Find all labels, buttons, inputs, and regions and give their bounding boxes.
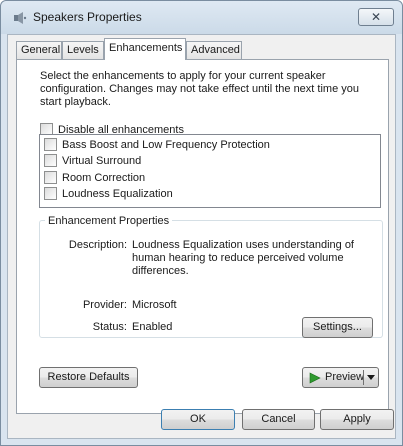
status-label: Status: <box>92 321 127 333</box>
virtual-surround-checkbox[interactable] <box>44 154 57 167</box>
tab-advanced[interactable]: Advanced <box>186 41 242 59</box>
tab-enhancements[interactable]: Enhancements <box>104 38 186 60</box>
list-item-virtual-surround[interactable]: Virtual Surround <box>44 154 141 167</box>
list-item-loudness-equalization[interactable]: Loudness Equalization <box>44 187 173 200</box>
play-icon <box>309 372 321 383</box>
preview-label: Preview <box>325 371 365 383</box>
close-button[interactable]: ✕ <box>358 8 394 26</box>
description-label: Description: <box>68 239 127 251</box>
chevron-down-icon[interactable] <box>367 375 375 380</box>
window-title: Speakers Properties <box>33 10 142 24</box>
speakers-properties-window: Speakers Properties ✕ General Levels Enh… <box>0 0 403 446</box>
bass-boost-label: Bass Boost and Low Frequency Protection <box>62 138 270 151</box>
ok-button[interactable]: OK <box>161 409 235 430</box>
bass-boost-checkbox[interactable] <box>44 138 57 151</box>
tab-general[interactable]: General <box>16 41 62 59</box>
intro-text: Select the enhancements to apply for you… <box>40 70 359 108</box>
preview-separator <box>363 370 364 385</box>
provider-value: Microsoft <box>132 299 177 311</box>
description-value: Loudness Equalization uses understanding… <box>132 239 354 277</box>
room-correction-label: Room Correction <box>62 171 146 184</box>
dialog-client-area: General Levels Enhancements Advanced Sel… <box>7 34 396 439</box>
list-item-room-correction[interactable]: Room Correction <box>44 171 145 184</box>
status-value: Enabled <box>132 321 173 333</box>
loudness-equalization-checkbox[interactable] <box>44 187 57 200</box>
close-icon: ✕ <box>370 10 382 24</box>
enhancements-panel: Select the enhancements to apply for you… <box>16 59 389 414</box>
enhancements-list: Bass Boost and Low Frequency Protection … <box>39 134 381 208</box>
virtual-surround-label: Virtual Surround <box>62 154 142 167</box>
preview-button[interactable]: Preview <box>302 367 379 388</box>
loudness-equalization-label: Loudness Equalization <box>62 187 173 200</box>
restore-defaults-button[interactable]: Restore Defaults <box>39 367 138 388</box>
title-bar[interactable]: Speakers Properties ✕ <box>1 1 402 34</box>
group-label: Enhancement Properties <box>45 215 173 227</box>
speaker-icon <box>14 12 27 24</box>
room-correction-checkbox[interactable] <box>44 171 57 184</box>
apply-button[interactable]: Apply <box>320 409 394 430</box>
settings-button[interactable]: Settings... <box>302 317 373 338</box>
cancel-button[interactable]: Cancel <box>242 409 315 430</box>
provider-label: Provider: <box>82 299 127 311</box>
list-item-bass-boost[interactable]: Bass Boost and Low Frequency Protection <box>44 138 270 151</box>
tab-levels[interactable]: Levels <box>62 41 104 59</box>
